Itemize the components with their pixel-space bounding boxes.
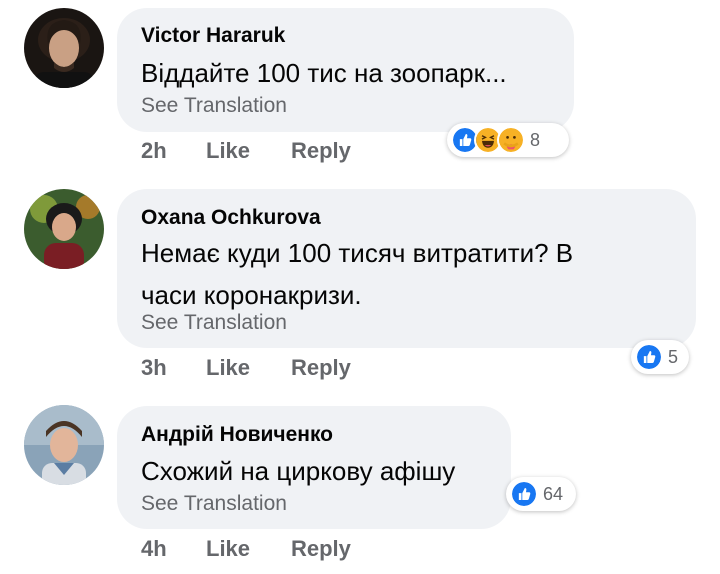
reply-button[interactable]: Reply [291,536,351,562]
see-translation-link[interactable]: See Translation [141,492,287,516]
comment: Андрій Новиченко Схожий на циркову афішу… [0,0,720,574]
author-name[interactable]: Андрій Новиченко [141,423,333,447]
like-icon [510,480,538,508]
avatar[interactable] [24,405,104,485]
like-button[interactable]: Like [206,536,250,562]
comment-time[interactable]: 4h [141,536,167,562]
comment-text: Схожий на циркову афішу [141,450,455,492]
comment-text-line: Схожий на циркову афішу [141,456,456,486]
reaction-count: 64 [543,483,564,504]
reactions-summary[interactable]: 64 [506,477,576,511]
